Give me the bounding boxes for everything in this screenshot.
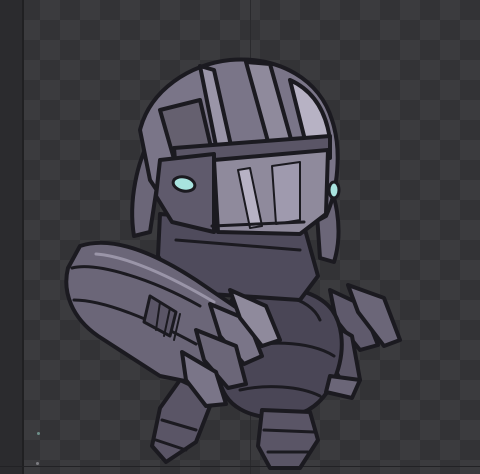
right-leg [256, 408, 320, 470]
right-eye [327, 180, 341, 200]
robot-character-artwork[interactable] [0, 0, 480, 474]
right-foot-claw [324, 374, 362, 400]
canvas-viewport[interactable] [0, 0, 480, 474]
